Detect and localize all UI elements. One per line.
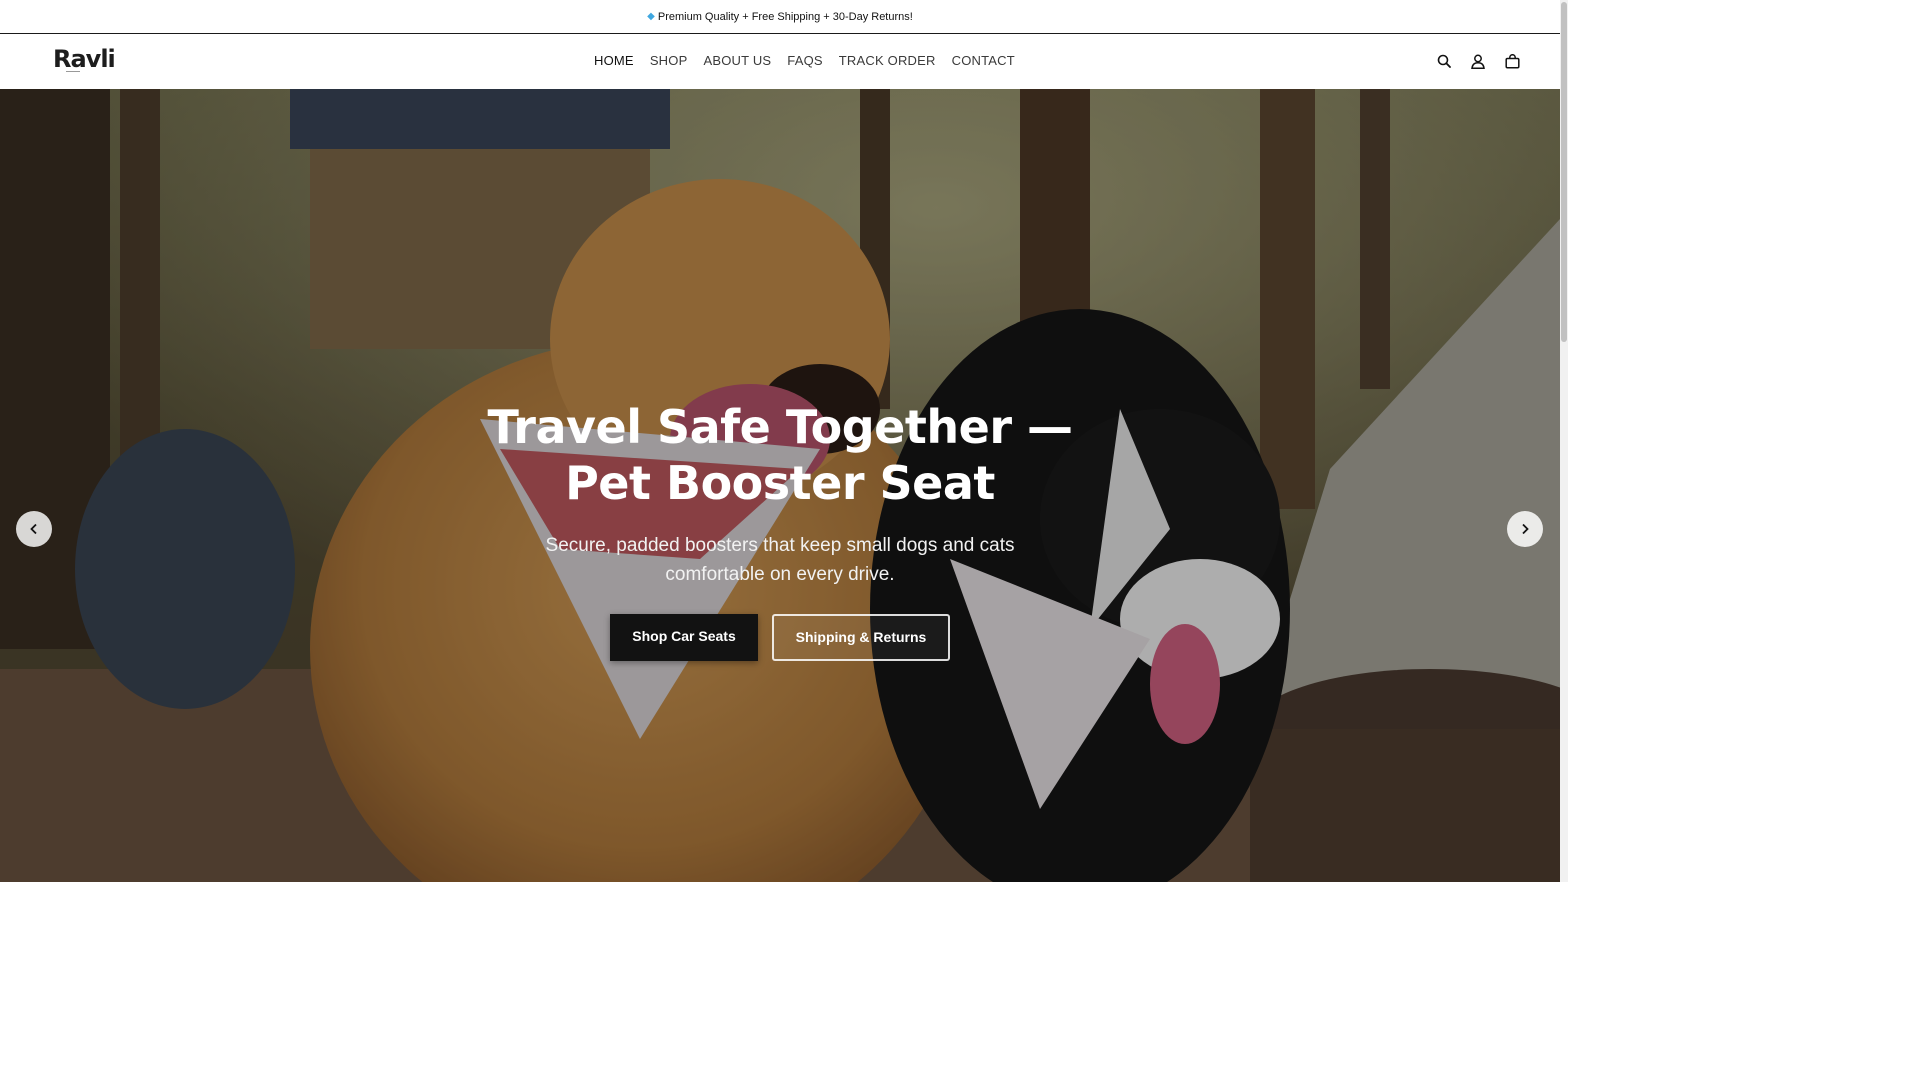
shipping-returns-button[interactable]: Shipping & Returns <box>772 614 950 661</box>
next-slide-button[interactable] <box>1507 511 1543 547</box>
hero-buttons: Shop Car Seats Shipping & Returns <box>0 614 1560 661</box>
previous-slide-button[interactable] <box>16 511 52 547</box>
nav-track-order[interactable]: TRACK ORDER <box>831 53 944 68</box>
header-icons <box>1436 52 1520 70</box>
chevron-right-icon <box>1522 523 1529 535</box>
nav-home[interactable]: HOME <box>586 53 642 68</box>
gem-icon: ◆ <box>647 11 655 22</box>
hero-slideshow: Travel Safe Together — Pet Booster Seat … <box>0 89 1560 882</box>
page: ◆ Premium Quality + Free Shipping + 30-D… <box>0 0 1568 882</box>
search-icon[interactable] <box>1436 52 1452 70</box>
announcement-bar: ◆ Premium Quality + Free Shipping + 30-D… <box>0 0 1560 34</box>
nav-faqs[interactable]: FAQS <box>779 53 830 68</box>
nav-about-us[interactable]: ABOUT US <box>695 53 779 68</box>
logo[interactable]: Ravli <box>53 45 116 73</box>
scrollbar-thumb[interactable] <box>1561 2 1567 342</box>
hero-subtitle: Secure, padded boosters that keep small … <box>545 535 1015 585</box>
main-nav: HOME SHOP ABOUT US FAQS TRACK ORDER CONT… <box>586 53 1023 68</box>
page-scrollbar[interactable] <box>1560 0 1568 882</box>
hero-title: Travel Safe Together — Pet Booster Seat <box>487 400 1073 510</box>
announcement-text: Premium Quality + Free Shipping + 30-Day… <box>657 10 913 23</box>
shop-car-seats-button[interactable]: Shop Car Seats <box>610 614 758 661</box>
site-header: Ravli HOME SHOP ABOUT US FAQS TRACK ORDE… <box>0 35 1560 89</box>
nav-contact[interactable]: CONTACT <box>944 53 1023 68</box>
logo-underline <box>66 71 80 72</box>
nav-shop[interactable]: SHOP <box>642 53 696 68</box>
account-icon[interactable] <box>1470 52 1486 70</box>
hero-content: Travel Safe Together — Pet Booster Seat … <box>0 399 1560 661</box>
cart-icon[interactable] <box>1504 52 1520 70</box>
chevron-left-icon <box>30 523 37 535</box>
